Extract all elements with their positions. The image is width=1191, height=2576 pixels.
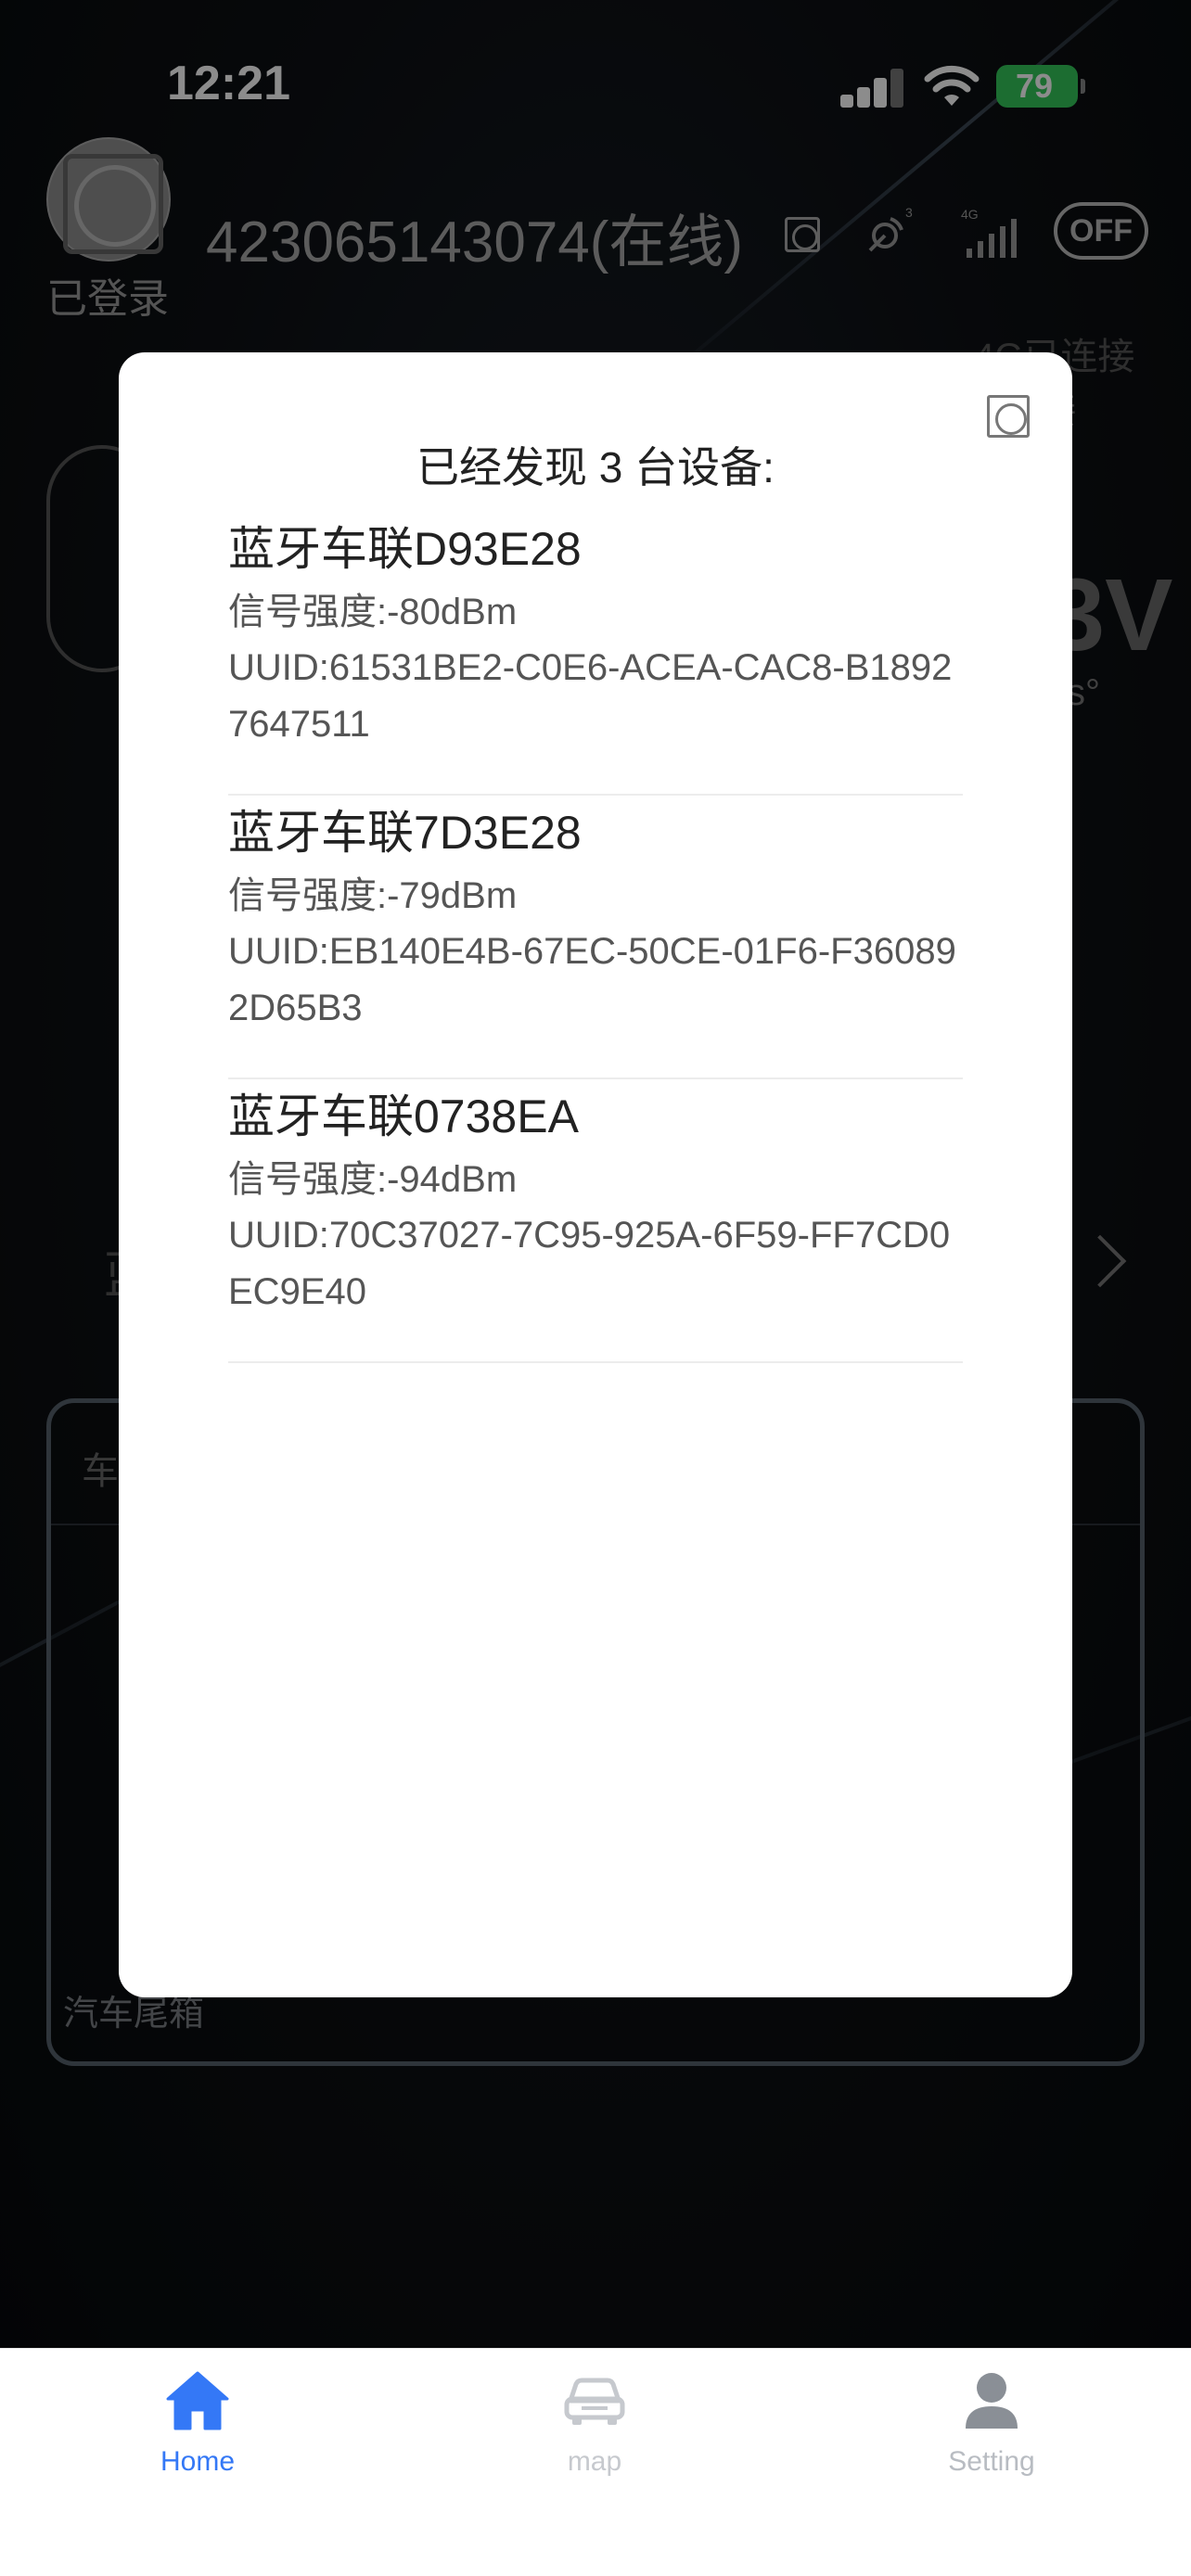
device-name: 蓝牙车联7D3E28 [228, 807, 582, 859]
device-signal: 信号强度:-79dBm [228, 875, 518, 916]
car-icon [564, 2378, 625, 2425]
tab-map-label: map [567, 2446, 622, 2477]
device-name: 蓝牙车联D93E28 [228, 523, 582, 575]
device-signal: 信号强度:-94dBm [228, 1159, 518, 1200]
device-uuid: UUID:EB140E4B-67EC-50CE-01F6-F360892D65B… [228, 931, 956, 1028]
tab-home-label: Home [160, 2446, 236, 2477]
dialog-title: 已经发现 3 台设备: [416, 443, 775, 491]
device-uuid: UUID:70C37027-7C95-925A-6F59-FF7CD0EC9E4… [228, 1215, 951, 1312]
list-item[interactable]: 蓝牙车联0738EA 信号强度:-94dBm UUID:70C37027-7C9… [228, 1079, 963, 1363]
tab-home[interactable]: Home [105, 2367, 290, 2506]
device-scan-dialog: 已经发现 3 台设备: 蓝牙车联D93E28 信号强度:-80dBm UUID:… [119, 352, 1072, 1997]
home-icon [166, 2371, 229, 2430]
close-icon[interactable] [987, 395, 1030, 438]
tab-setting[interactable]: Setting [899, 2367, 1084, 2506]
tab-bar: Home map Setting [0, 2348, 1191, 2576]
list-item[interactable]: 蓝牙车联7D3E28 信号强度:-79dBm UUID:EB140E4B-67E… [228, 796, 963, 1079]
list-item[interactable]: 蓝牙车联D93E28 信号强度:-80dBm UUID:61531BE2-C0E… [228, 512, 963, 796]
device-name: 蓝牙车联0738EA [228, 1090, 579, 1142]
device-list: 蓝牙车联D93E28 信号强度:-80dBm UUID:61531BE2-C0E… [228, 512, 963, 1363]
device-uuid: UUID:61531BE2-C0E6-ACEA-CAC8-B1892764751… [228, 647, 953, 745]
device-signal: 信号强度:-80dBm [228, 592, 518, 632]
tab-map[interactable]: map [502, 2367, 687, 2506]
tab-setting-label: Setting [948, 2446, 1035, 2477]
person-icon [966, 2373, 1018, 2429]
